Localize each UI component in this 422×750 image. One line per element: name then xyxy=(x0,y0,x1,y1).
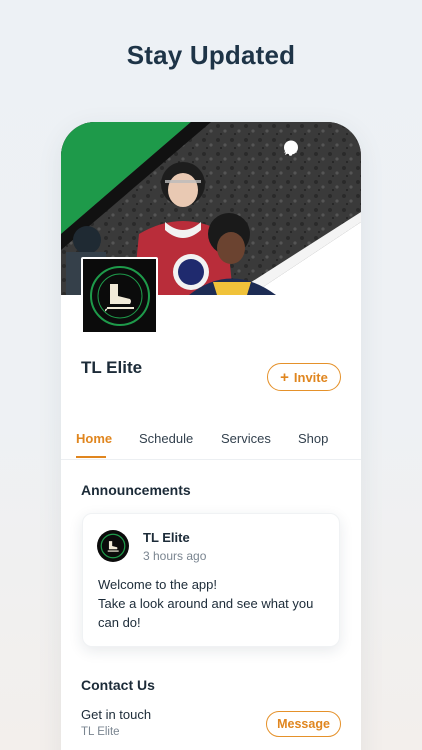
message-button[interactable]: Message xyxy=(266,711,341,737)
screenshot-stage: Stay Updated TL Elite + Invite Home Sche… xyxy=(0,0,422,750)
active-tab-indicator xyxy=(76,456,106,458)
tab-home[interactable]: Home xyxy=(76,431,112,446)
header-icons xyxy=(283,140,347,162)
tab-shop[interactable]: Shop xyxy=(298,431,328,446)
contact-title: Contact Us xyxy=(81,677,155,693)
tab-services[interactable]: Services xyxy=(221,431,271,446)
post-line: Welcome to the app! xyxy=(98,577,217,592)
skate-logo-icon xyxy=(89,265,150,326)
tab-bar: Home Schedule Services Shop xyxy=(61,422,361,460)
plus-icon: + xyxy=(280,368,289,386)
invite-button[interactable]: + Invite xyxy=(267,363,341,391)
avatar xyxy=(97,530,129,562)
contact-label: Get in touch xyxy=(81,707,152,722)
headline: Stay Updated xyxy=(126,40,296,70)
team-name: TL Elite xyxy=(81,358,143,377)
invite-label: Invite xyxy=(293,369,328,385)
team-logo xyxy=(81,257,158,334)
post-body: Welcome to the app! Take a look around a… xyxy=(98,575,332,632)
phone-screen: TL Elite + Invite Home Schedule Services… xyxy=(61,122,361,750)
announcements-title: Announcements xyxy=(81,482,191,498)
post-line: Take a look around and see what you xyxy=(98,596,314,611)
bell-icon[interactable] xyxy=(284,140,347,162)
post-author: TL Elite xyxy=(143,530,190,545)
announcement-card[interactable]: TL Elite 3 hours ago Welcome to the app!… xyxy=(82,513,340,647)
contact-subtitle: TL Elite xyxy=(81,726,120,738)
skate-logo-icon xyxy=(100,533,126,559)
tab-schedule[interactable]: Schedule xyxy=(139,431,193,446)
post-line: can do! xyxy=(98,615,141,630)
post-time: 3 hours ago xyxy=(143,549,207,563)
